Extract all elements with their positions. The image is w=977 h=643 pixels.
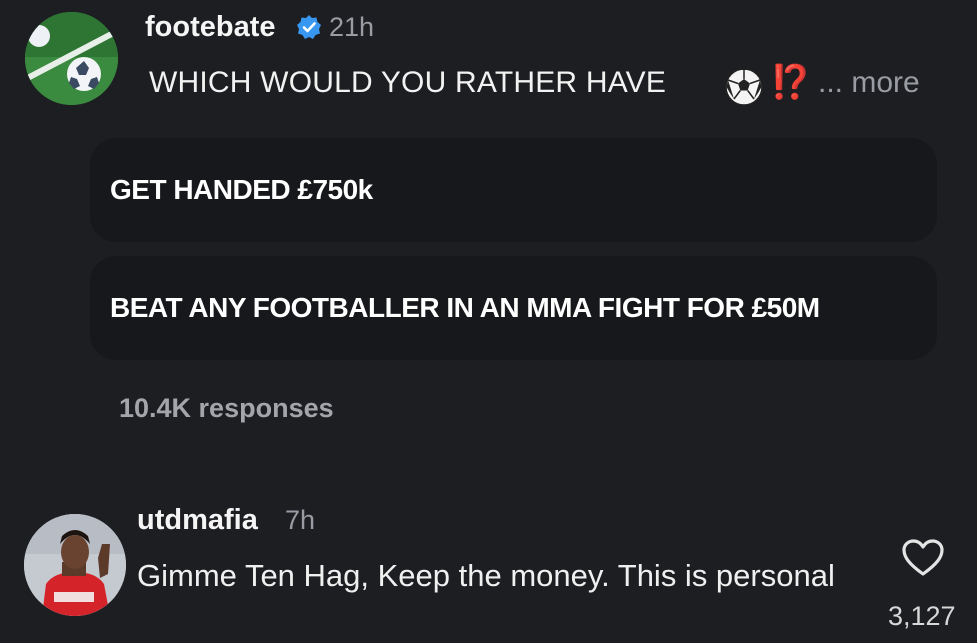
post-timestamp: 21h: [329, 12, 375, 42]
player-photo-image: [24, 514, 126, 616]
poll-option-label: BEAT ANY FOOTBALLER IN AN MMA FIGHT FOR …: [110, 292, 820, 323]
poll-responses-count[interactable]: 10.4K responses: [119, 393, 334, 424]
comment-username[interactable]: utdmafia: [137, 504, 258, 537]
post-author-avatar[interactable]: [25, 12, 118, 105]
poll-option-label: GET HANDED £750k: [110, 174, 373, 205]
post-username[interactable]: footebate: [145, 11, 276, 44]
heart-icon[interactable]: [901, 538, 945, 578]
verified-badge-icon: [297, 15, 321, 39]
comment-timestamp: 7h: [285, 505, 316, 535]
comment-author-avatar[interactable]: [24, 514, 126, 616]
football-pitch-image: [25, 12, 118, 105]
interrobang-emoji: ⁉️: [770, 63, 812, 100]
like-count: 3,127: [888, 601, 956, 631]
poll-option-2[interactable]: BEAT ANY FOOTBALLER IN AN MMA FIGHT FOR …: [90, 256, 937, 360]
post-question-text: WHICH WOULD YOU RATHER HAVE: [149, 66, 667, 99]
more-link[interactable]: ... more: [818, 66, 920, 100]
poll-option-1[interactable]: GET HANDED £750k: [90, 138, 937, 242]
soccer-ball-icon: [725, 68, 763, 106]
comment-text: Gimme Ten Hag, Keep the money. This is p…: [137, 558, 835, 593]
